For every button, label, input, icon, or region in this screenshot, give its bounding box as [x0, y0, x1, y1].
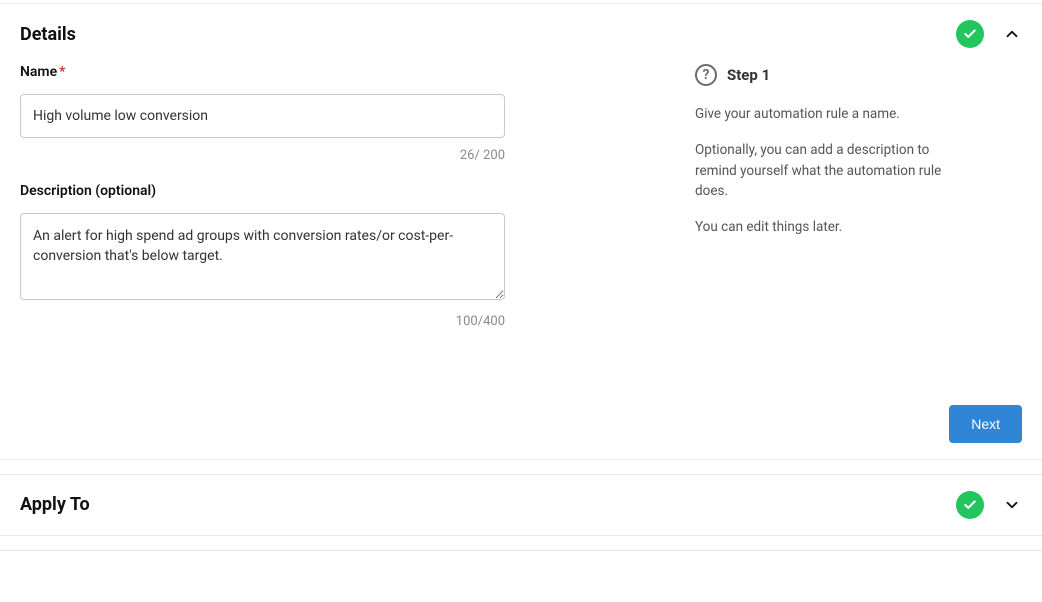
description-char-count: 100/400: [20, 314, 505, 329]
next-button[interactable]: Next: [949, 405, 1022, 443]
name-char-count: 26/ 200: [20, 148, 505, 163]
name-label-text: Name: [20, 64, 57, 80]
apply-to-status-complete-icon: [956, 491, 984, 519]
expand-icon[interactable]: [1002, 495, 1022, 515]
description-input[interactable]: An alert for high spend ad groups with c…: [20, 213, 505, 300]
help-text-3: You can edit things later.: [695, 217, 955, 237]
apply-to-title: Apply To: [20, 494, 90, 515]
apply-to-panel: Apply To: [0, 474, 1042, 536]
details-status-complete-icon: [956, 20, 984, 48]
apply-to-header[interactable]: Apply To: [20, 475, 1022, 535]
name-label: Name*: [20, 64, 505, 80]
collapse-icon[interactable]: [1002, 24, 1022, 44]
details-title: Details: [20, 24, 76, 45]
required-indicator: *: [59, 64, 65, 80]
description-field-block: Description (optional) An alert for high…: [20, 183, 505, 329]
details-header: Details: [20, 4, 1022, 64]
help-icon: ?: [695, 64, 717, 86]
help-text-1: Give your automation rule a name.: [695, 104, 955, 124]
description-label: Description (optional): [20, 183, 505, 199]
step-title: Step 1: [727, 66, 770, 84]
help-text-2: Optionally, you can add a description to…: [695, 140, 955, 201]
name-field-block: Name* 26/ 200: [20, 64, 505, 163]
help-sidebar: ? Step 1 Give your automation rule a nam…: [535, 64, 1022, 349]
name-input[interactable]: [20, 94, 505, 138]
details-panel: Details Name* 26/ 200: [0, 3, 1042, 460]
next-panel-peek: [0, 550, 1042, 560]
